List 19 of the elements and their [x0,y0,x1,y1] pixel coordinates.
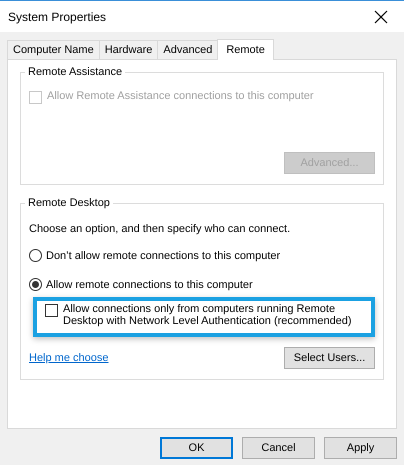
close-icon [374,10,388,24]
button[interactable]: OK [160,437,233,459]
instruction-text: Choose an option, and then specify who can connect. [29,223,292,235]
radio-label: Allow remote connections to this computer [46,278,253,290]
tab[interactable]: Computer Name [7,40,100,59]
button[interactable]: Select Users... [284,347,375,369]
checkbox[interactable] [45,304,58,317]
window-title: System Properties [8,10,106,24]
tab[interactable]: Remote [217,39,274,60]
group-title: Remote Assistance [27,66,124,78]
radio-button[interactable] [29,278,42,291]
group-title: Remote Desktop [27,197,111,209]
radio-label: Don’t allow remote connections to this computer [46,250,280,262]
checkbox-label: Allow connections only from computers running Remote Desktop with Network Level Authentication (recommended) [63,303,353,327]
button[interactable]: Cancel [242,437,315,459]
button[interactable]: Apply [324,437,397,459]
radio-button[interactable] [29,249,42,262]
checkbox-label: Allow Remote Assistance connections to this computer [47,90,314,102]
help-link[interactable]: Help me choose [29,352,108,364]
